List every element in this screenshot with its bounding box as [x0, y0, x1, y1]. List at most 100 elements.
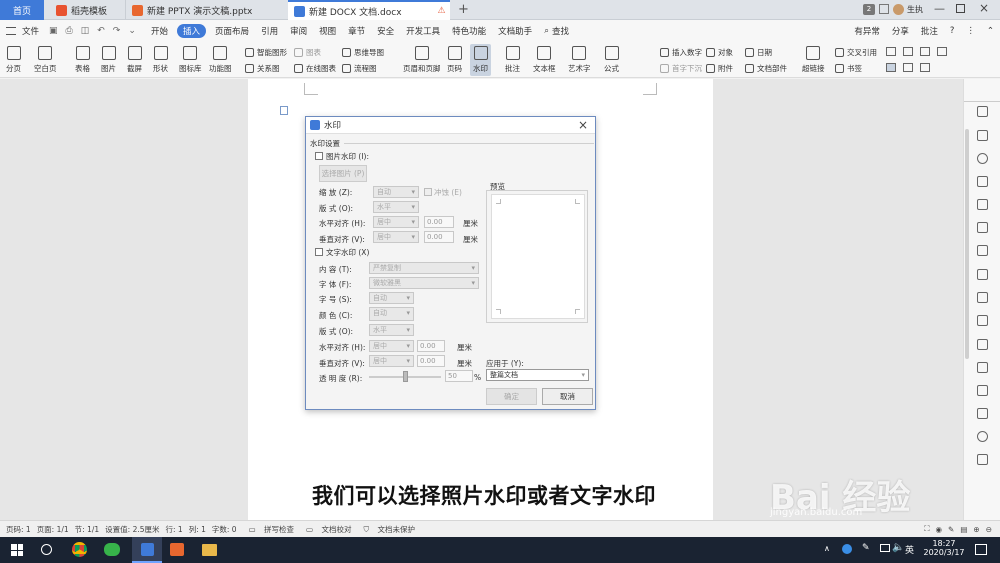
preview-icon[interactable]: ◫: [81, 26, 90, 36]
menu-chapter[interactable]: 章节: [342, 20, 371, 42]
text-valign-select[interactable]: 居中: [369, 355, 414, 367]
menu-page-layout[interactable]: 页面布局: [209, 20, 255, 42]
clock[interactable]: 18:27 2020/3/17: [922, 539, 966, 557]
menu-references[interactable]: 引用: [255, 20, 284, 42]
menu-doc-assistant[interactable]: 文档助手: [492, 20, 538, 42]
close-icon[interactable]: ×: [979, 1, 989, 15]
hyperlink-button[interactable]: 超链接: [802, 46, 825, 74]
menu-features[interactable]: 特色功能: [446, 20, 492, 42]
chrome-icon[interactable]: [72, 542, 87, 557]
notification-icon[interactable]: [975, 544, 987, 555]
picture-watermark-checkbox[interactable]: [315, 152, 323, 160]
protect-button[interactable]: ⛉ 文档未保护: [358, 524, 416, 535]
size-select[interactable]: 自动: [369, 292, 414, 304]
style-icon[interactable]: [977, 106, 988, 117]
spell-check-button[interactable]: ▭ 拼写检查: [243, 524, 294, 535]
content-select[interactable]: 严禁复制: [369, 262, 479, 274]
minimize-icon[interactable]: —: [934, 2, 945, 15]
more-icon[interactable]: ⌄: [128, 26, 136, 36]
halign-select[interactable]: 居中: [373, 216, 419, 228]
dialog-titlebar[interactable]: 水印 ×: [306, 117, 595, 134]
layout-option-icon[interactable]: [903, 47, 913, 56]
menu-security[interactable]: 安全: [371, 20, 400, 42]
menu-developer[interactable]: 开发工具: [400, 20, 446, 42]
fill-icon[interactable]: [977, 199, 988, 210]
picture-panel-icon[interactable]: [977, 408, 988, 419]
menu-start[interactable]: 开始: [145, 20, 174, 42]
status-words[interactable]: 字数: 0: [212, 524, 237, 535]
function-chart-button[interactable]: 功能图: [209, 46, 232, 74]
edit-icon[interactable]: [977, 339, 988, 350]
chart-panel-icon[interactable]: [977, 269, 988, 280]
menu-view[interactable]: 视图: [313, 20, 342, 42]
new-tab-icon[interactable]: +: [458, 2, 469, 17]
transparency-input[interactable]: 50: [445, 370, 473, 382]
fullscreen-icon[interactable]: ⛶: [924, 524, 929, 534]
tab-pptx[interactable]: 新建 PPTX 演示文稿.pptx: [125, 0, 285, 20]
windows-start-icon[interactable]: [11, 544, 23, 556]
insert-number-button[interactable]: 插入数字: [660, 47, 702, 58]
halign-input[interactable]: 0.00: [424, 216, 454, 228]
text-halign-input[interactable]: 0.00: [417, 340, 445, 352]
watermark-button[interactable]: 水印: [470, 44, 491, 76]
translate-icon[interactable]: [977, 454, 988, 465]
table-panel-icon[interactable]: [977, 222, 988, 233]
cross-ref-button[interactable]: 交叉引用: [835, 47, 877, 58]
paste-options-icon[interactable]: [280, 106, 288, 115]
wechat-icon[interactable]: [104, 543, 120, 556]
web-view-icon[interactable]: ⊕: [973, 525, 979, 534]
search-button[interactable]: ⌕ 查找: [538, 20, 575, 42]
formula-button[interactable]: 公式: [604, 46, 619, 74]
collapse-ribbon-icon[interactable]: ⌃: [981, 20, 1000, 42]
text-halign-select[interactable]: 居中: [369, 340, 414, 352]
help-icon[interactable]: ?: [944, 20, 961, 42]
screenshot-button[interactable]: 截屏: [127, 46, 142, 74]
image-panel-icon[interactable]: [977, 245, 988, 256]
layout-option-icon[interactable]: [903, 63, 913, 72]
share-button[interactable]: 分享: [886, 20, 915, 42]
blank-page-button[interactable]: 空白页: [34, 46, 57, 74]
window-count-badge[interactable]: 2: [863, 4, 875, 15]
mindmap-button[interactable]: 思维导图: [342, 47, 384, 58]
hamburger-icon[interactable]: [6, 27, 16, 35]
eye-icon[interactable]: ◉: [935, 525, 942, 534]
header-footer-button[interactable]: 页眉和页脚: [403, 46, 441, 74]
menu-file[interactable]: 文件: [16, 20, 45, 42]
layout-option-icon[interactable]: [920, 47, 930, 56]
table-button[interactable]: 表格: [75, 46, 90, 74]
ime-indicator[interactable]: 英: [905, 543, 914, 556]
dialog-close-icon[interactable]: ×: [578, 118, 588, 132]
select-picture-button[interactable]: 选择图片 (P): [319, 165, 367, 182]
page-break-button[interactable]: 分页: [6, 46, 21, 74]
location-icon[interactable]: [977, 153, 988, 164]
date-button[interactable]: 日期: [745, 47, 772, 58]
layout-option-icon[interactable]: [886, 63, 896, 72]
zoom-icon[interactable]: ⊖: [986, 525, 992, 534]
text-watermark-checkbox[interactable]: [315, 248, 323, 256]
text-layout-select[interactable]: 水平: [369, 324, 414, 336]
attachment-button[interactable]: 附件: [706, 63, 733, 74]
valign-input[interactable]: 0.00: [424, 231, 454, 243]
comment-button[interactable]: 批注: [915, 20, 944, 42]
shape-panel-icon[interactable]: [977, 176, 988, 187]
tray-app-icon[interactable]: [842, 544, 852, 554]
tab-docx[interactable]: 新建 DOCX 文档.docx⚠●: [288, 0, 450, 20]
menu-review[interactable]: 审阅: [284, 20, 313, 42]
chart-button[interactable]: 图表: [294, 47, 321, 58]
icon-library-button[interactable]: 图标库: [179, 46, 202, 74]
picture-button[interactable]: 图片: [101, 46, 116, 74]
page-number-button[interactable]: 页码: [447, 46, 462, 74]
proofread-button[interactable]: ▭ 文档校对: [300, 524, 351, 535]
tab-daoke[interactable]: 稻壳模板: [50, 0, 122, 20]
layout-option-icon[interactable]: [937, 47, 947, 56]
flowchart-button[interactable]: 流程图: [342, 63, 377, 74]
tray-arrow-icon[interactable]: ∧: [824, 544, 830, 553]
avatar[interactable]: [893, 4, 904, 15]
more-menu-icon[interactable]: ⋮: [960, 20, 981, 42]
menu-insert[interactable]: 插入: [177, 24, 207, 38]
redo-icon[interactable]: ↷: [113, 26, 121, 36]
layout-icon[interactable]: [879, 4, 889, 14]
textbox-button[interactable]: 文本框: [533, 46, 556, 74]
select-icon[interactable]: [977, 130, 988, 141]
wps-presentation-icon[interactable]: [170, 543, 184, 556]
